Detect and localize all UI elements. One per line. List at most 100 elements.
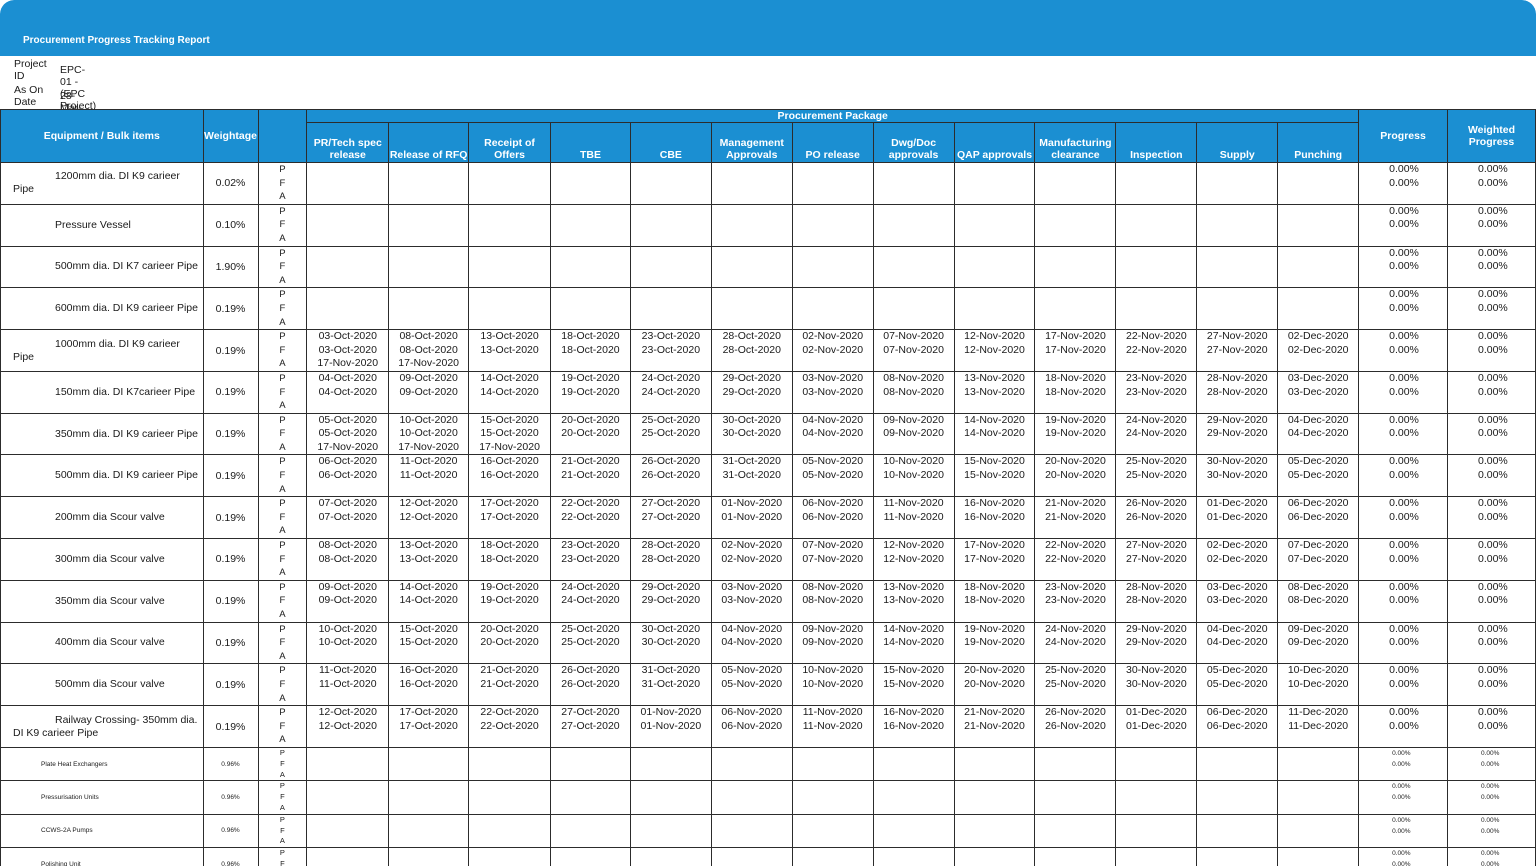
pfa-label: F: [280, 825, 285, 835]
stage-date: 14-Oct-2020: [399, 580, 458, 593]
stage-date: 07-Nov-2020: [883, 343, 944, 356]
progress-value: 0.00%: [1389, 204, 1419, 217]
stage-date: 27-Oct-2020: [641, 497, 701, 510]
stage-date: 29-Nov-2020: [1206, 413, 1268, 426]
pfa-label: P: [279, 289, 286, 301]
stage-date: 14-Oct-2020: [480, 385, 539, 398]
table-row: CCWS-2A Pumps 0.96% P F A 0.00% 0.00% 0.00% 0.00…: [0, 813, 1536, 849]
stage-date-cell: 28-Nov-2020 28-Nov-2020: [1196, 370, 1279, 414]
stage-date-cell: [468, 245, 552, 289]
stage-date: 29-Oct-2020: [722, 371, 781, 384]
progress-cell: 0.00% 0.00%: [1358, 245, 1448, 289]
stage-date: 09-Oct-2020: [399, 371, 458, 384]
stage-date: [1198, 399, 1277, 412]
stage-date: [874, 692, 953, 705]
stage-date: 17-Nov-2020: [398, 357, 459, 370]
pfa-label: P: [279, 781, 285, 791]
stage-date: 19-Nov-2020: [1045, 427, 1106, 440]
stage-date: 10-Oct-2020: [399, 427, 458, 440]
pfa-labels: PFA: [257, 162, 308, 205]
stage-date: [631, 650, 710, 663]
stage-date: [631, 399, 710, 412]
progress-value: 0.00%: [1389, 413, 1419, 426]
stage-date: [874, 733, 953, 746]
stage-date-cell: 06-Dec-2020 06-Dec-2020: [1277, 496, 1360, 540]
stage-date: 11-Dec-2020: [1288, 719, 1349, 732]
item-name-cell: 350mm dia. DI K9 carieer Pipe: [0, 412, 204, 456]
stage-date: [793, 566, 872, 579]
stage-date-cell: 02-Dec-2020 02-Dec-2020: [1196, 538, 1279, 581]
header-stage: Receipt of Offers: [468, 122, 552, 163]
stage-date: [631, 733, 710, 746]
stage-date-cell: [388, 287, 470, 331]
stage-date: [552, 608, 630, 621]
progress-cell: 0.00% 0.00%: [1358, 621, 1448, 665]
stage-date-cell: [953, 847, 1036, 866]
stage-date: [793, 608, 872, 621]
stage-date-cell: [1196, 813, 1279, 849]
stage-date: [390, 399, 468, 412]
stage-date-cell: 25-Nov-2020 25-Nov-2020: [1115, 454, 1198, 498]
stage-date-cell: [468, 162, 552, 205]
stage-date: 23-Nov-2020: [1045, 580, 1106, 593]
stage-date: 09-Oct-2020: [318, 594, 377, 607]
pfa-label: A: [279, 274, 286, 286]
progress-cell: 0.00% 0.00%: [1358, 538, 1448, 581]
stage-date: 01-Nov-2020: [640, 719, 702, 732]
stage-date: 22-Oct-2020: [480, 719, 539, 732]
stage-date-cell: 17-Oct-2020 17-Oct-2020: [468, 496, 552, 540]
stage-date-cell: 16-Oct-2020 16-Oct-2020: [468, 454, 552, 498]
stage-date: 10-Nov-2020: [802, 677, 864, 690]
pfa-label: F: [279, 177, 286, 189]
stage-date: [1036, 483, 1115, 496]
stage-date: 09-Dec-2020: [1287, 622, 1349, 635]
pfa-label: A: [279, 802, 285, 812]
stage-date-cell: [629, 245, 712, 289]
stage-date: [793, 524, 872, 537]
pfa-label: A: [279, 191, 286, 203]
stage-date: 16-Nov-2020: [883, 719, 944, 732]
stage-date: 09-Dec-2020: [1287, 636, 1349, 649]
table-row: 350mm dia. DI K9 carieer Pipe 0.19% P F A 05-…: [0, 412, 1536, 456]
stage-date: 16-Nov-2020: [964, 497, 1025, 510]
weighted-progress-value: 0.00%: [1477, 385, 1508, 398]
stage-date: 22-Oct-2020: [561, 497, 620, 510]
pfa-label: P: [279, 623, 286, 635]
stage-date: 06-Nov-2020: [721, 719, 783, 732]
header-item: Equipment / Bulk items: [0, 109, 204, 163]
stage-date: 11-Nov-2020: [802, 719, 863, 732]
stage-date: 27-Nov-2020: [1206, 330, 1268, 343]
stage-date: [1279, 650, 1358, 663]
stage-date-cell: 30-Oct-2020 30-Oct-2020: [629, 621, 712, 665]
item-name: 350mm dia Scour valve: [55, 594, 165, 607]
stage-date: 13-Oct-2020: [480, 343, 539, 356]
stage-date: 04-Nov-2020: [802, 427, 864, 440]
stage-date-cell: 29-Nov-2020 29-Nov-2020: [1196, 412, 1279, 456]
stage-date: 21-Nov-2020: [1045, 497, 1106, 510]
stage-date: 08-Dec-2020: [1287, 594, 1349, 607]
stage-date: 08-Dec-2020: [1287, 580, 1349, 593]
weighted-progress-value: 0.00%: [1480, 783, 1500, 791]
stage-date: 20-Oct-2020: [480, 636, 539, 649]
stage-date-cell: [550, 245, 631, 289]
pfa-labels: PFA: [257, 780, 308, 815]
pfa-labels: PFA: [257, 847, 308, 866]
stage-date: 03-Dec-2020: [1287, 385, 1349, 398]
header-weightage: Weightage: [202, 109, 259, 163]
pfa-label: A: [279, 769, 285, 779]
stage-date-cell: [388, 813, 470, 849]
weighted-progress-value: 0.00%: [1477, 677, 1508, 690]
stage-date: 24-Nov-2020: [1045, 622, 1106, 635]
header-stage: PO release: [791, 122, 874, 163]
stage-date: 11-Dec-2020: [1288, 706, 1349, 719]
stage-date: 02-Dec-2020: [1287, 330, 1349, 343]
pfa-label: F: [279, 261, 286, 273]
stage-date: [712, 733, 791, 746]
progress-value: 0.00%: [1389, 246, 1419, 259]
pfa-labels: PFA: [257, 538, 308, 581]
stage-date: [552, 733, 630, 746]
stage-date: 16-Nov-2020: [883, 706, 944, 719]
stage-date-cell: 09-Dec-2020 09-Dec-2020: [1277, 621, 1360, 665]
stage-date-cell: 03-Dec-2020 03-Dec-2020: [1277, 370, 1360, 414]
item-name-cell: 350mm dia Scour valve: [0, 579, 204, 623]
